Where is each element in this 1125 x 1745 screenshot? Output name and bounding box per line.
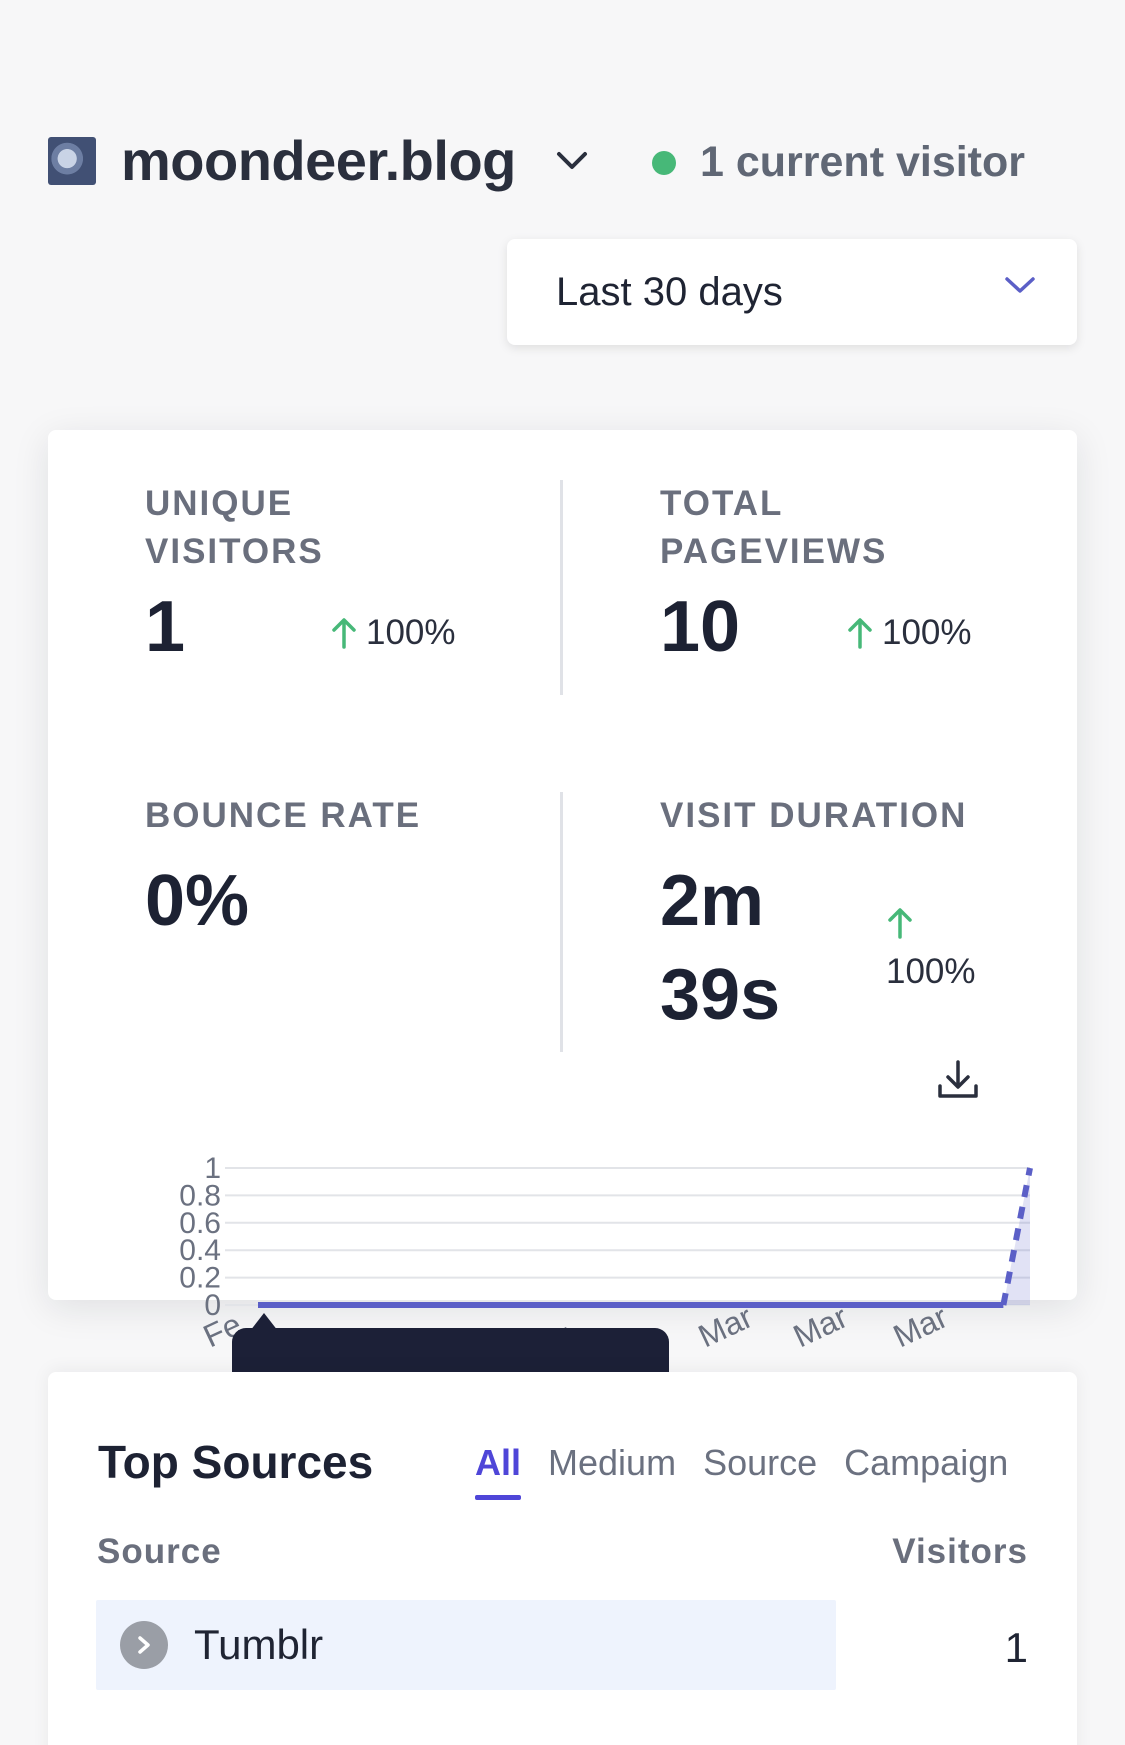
metric-label: VISITORS bbox=[145, 532, 324, 571]
chevron-down-icon bbox=[1003, 275, 1037, 302]
metric-label: PAGEVIEWS bbox=[660, 532, 888, 571]
metric-visit-duration[interactable]: VISIT DURATION 2m 39s bbox=[660, 792, 967, 1042]
current-visitors[interactable]: 1 current visitor bbox=[652, 138, 1025, 187]
chart-tooltip bbox=[232, 1328, 669, 1378]
metric-value: 0% bbox=[145, 861, 250, 941]
delta-value: 100% bbox=[882, 613, 972, 652]
column-header-visitors: Visitors bbox=[892, 1532, 1028, 1571]
delta-badge: 100% bbox=[330, 613, 456, 653]
site-name[interactable]: moondeer.blog bbox=[121, 128, 516, 193]
source-name: Tumblr bbox=[194, 1621, 324, 1668]
divider bbox=[560, 792, 563, 1052]
metric-label: VISIT DURATION bbox=[660, 796, 968, 835]
source-visitors-value: 1 bbox=[1004, 1624, 1028, 1671]
delta-badge bbox=[886, 906, 914, 940]
metric-label: UNIQUE bbox=[145, 484, 294, 523]
download-icon[interactable] bbox=[934, 1056, 982, 1104]
chevron-down-icon[interactable] bbox=[552, 141, 592, 181]
tab-medium[interactable]: Medium bbox=[548, 1442, 676, 1484]
chevron-right-icon[interactable] bbox=[120, 1621, 168, 1669]
delta-badge: 100% bbox=[846, 613, 972, 653]
delta-value: 100% bbox=[886, 952, 976, 991]
moon-icon bbox=[48, 136, 96, 185]
metric-bounce-rate[interactable]: BOUNCE RATE 0% bbox=[145, 792, 421, 942]
metric-value: 2m bbox=[660, 861, 765, 941]
tab-source[interactable]: Source bbox=[703, 1442, 817, 1484]
tab-campaign[interactable]: Campaign bbox=[844, 1442, 1008, 1484]
delta-value: 100% bbox=[366, 613, 456, 652]
divider bbox=[560, 480, 563, 695]
section-title: Top Sources bbox=[98, 1436, 374, 1488]
tab-all[interactable]: All bbox=[475, 1442, 522, 1500]
arrow-up-icon bbox=[332, 618, 356, 649]
site-header: moondeer.blog bbox=[48, 128, 592, 193]
current-visitors-label: 1 current visitor bbox=[700, 138, 1025, 186]
arrow-up-icon bbox=[848, 618, 872, 649]
status-dot-icon bbox=[652, 150, 676, 175]
metric-label: BOUNCE RATE bbox=[145, 796, 422, 835]
metric-label: TOTAL bbox=[660, 484, 784, 523]
period-dropdown[interactable]: Last 30 days bbox=[507, 239, 1077, 345]
table-row[interactable]: Tumblr bbox=[96, 1600, 836, 1690]
source-tabs: All Medium Source Campaign bbox=[475, 1442, 1035, 1500]
arrow-up-icon bbox=[888, 908, 912, 939]
metric-value: 1 bbox=[145, 587, 186, 667]
column-header-source: Source bbox=[97, 1532, 222, 1571]
metric-unique-visitors[interactable]: UNIQUE VISITORS 1 bbox=[145, 480, 324, 668]
top-sources-card: Top Sources All Medium Source Campaign S… bbox=[48, 1372, 1077, 1745]
period-label: Last 30 days bbox=[556, 269, 783, 314]
